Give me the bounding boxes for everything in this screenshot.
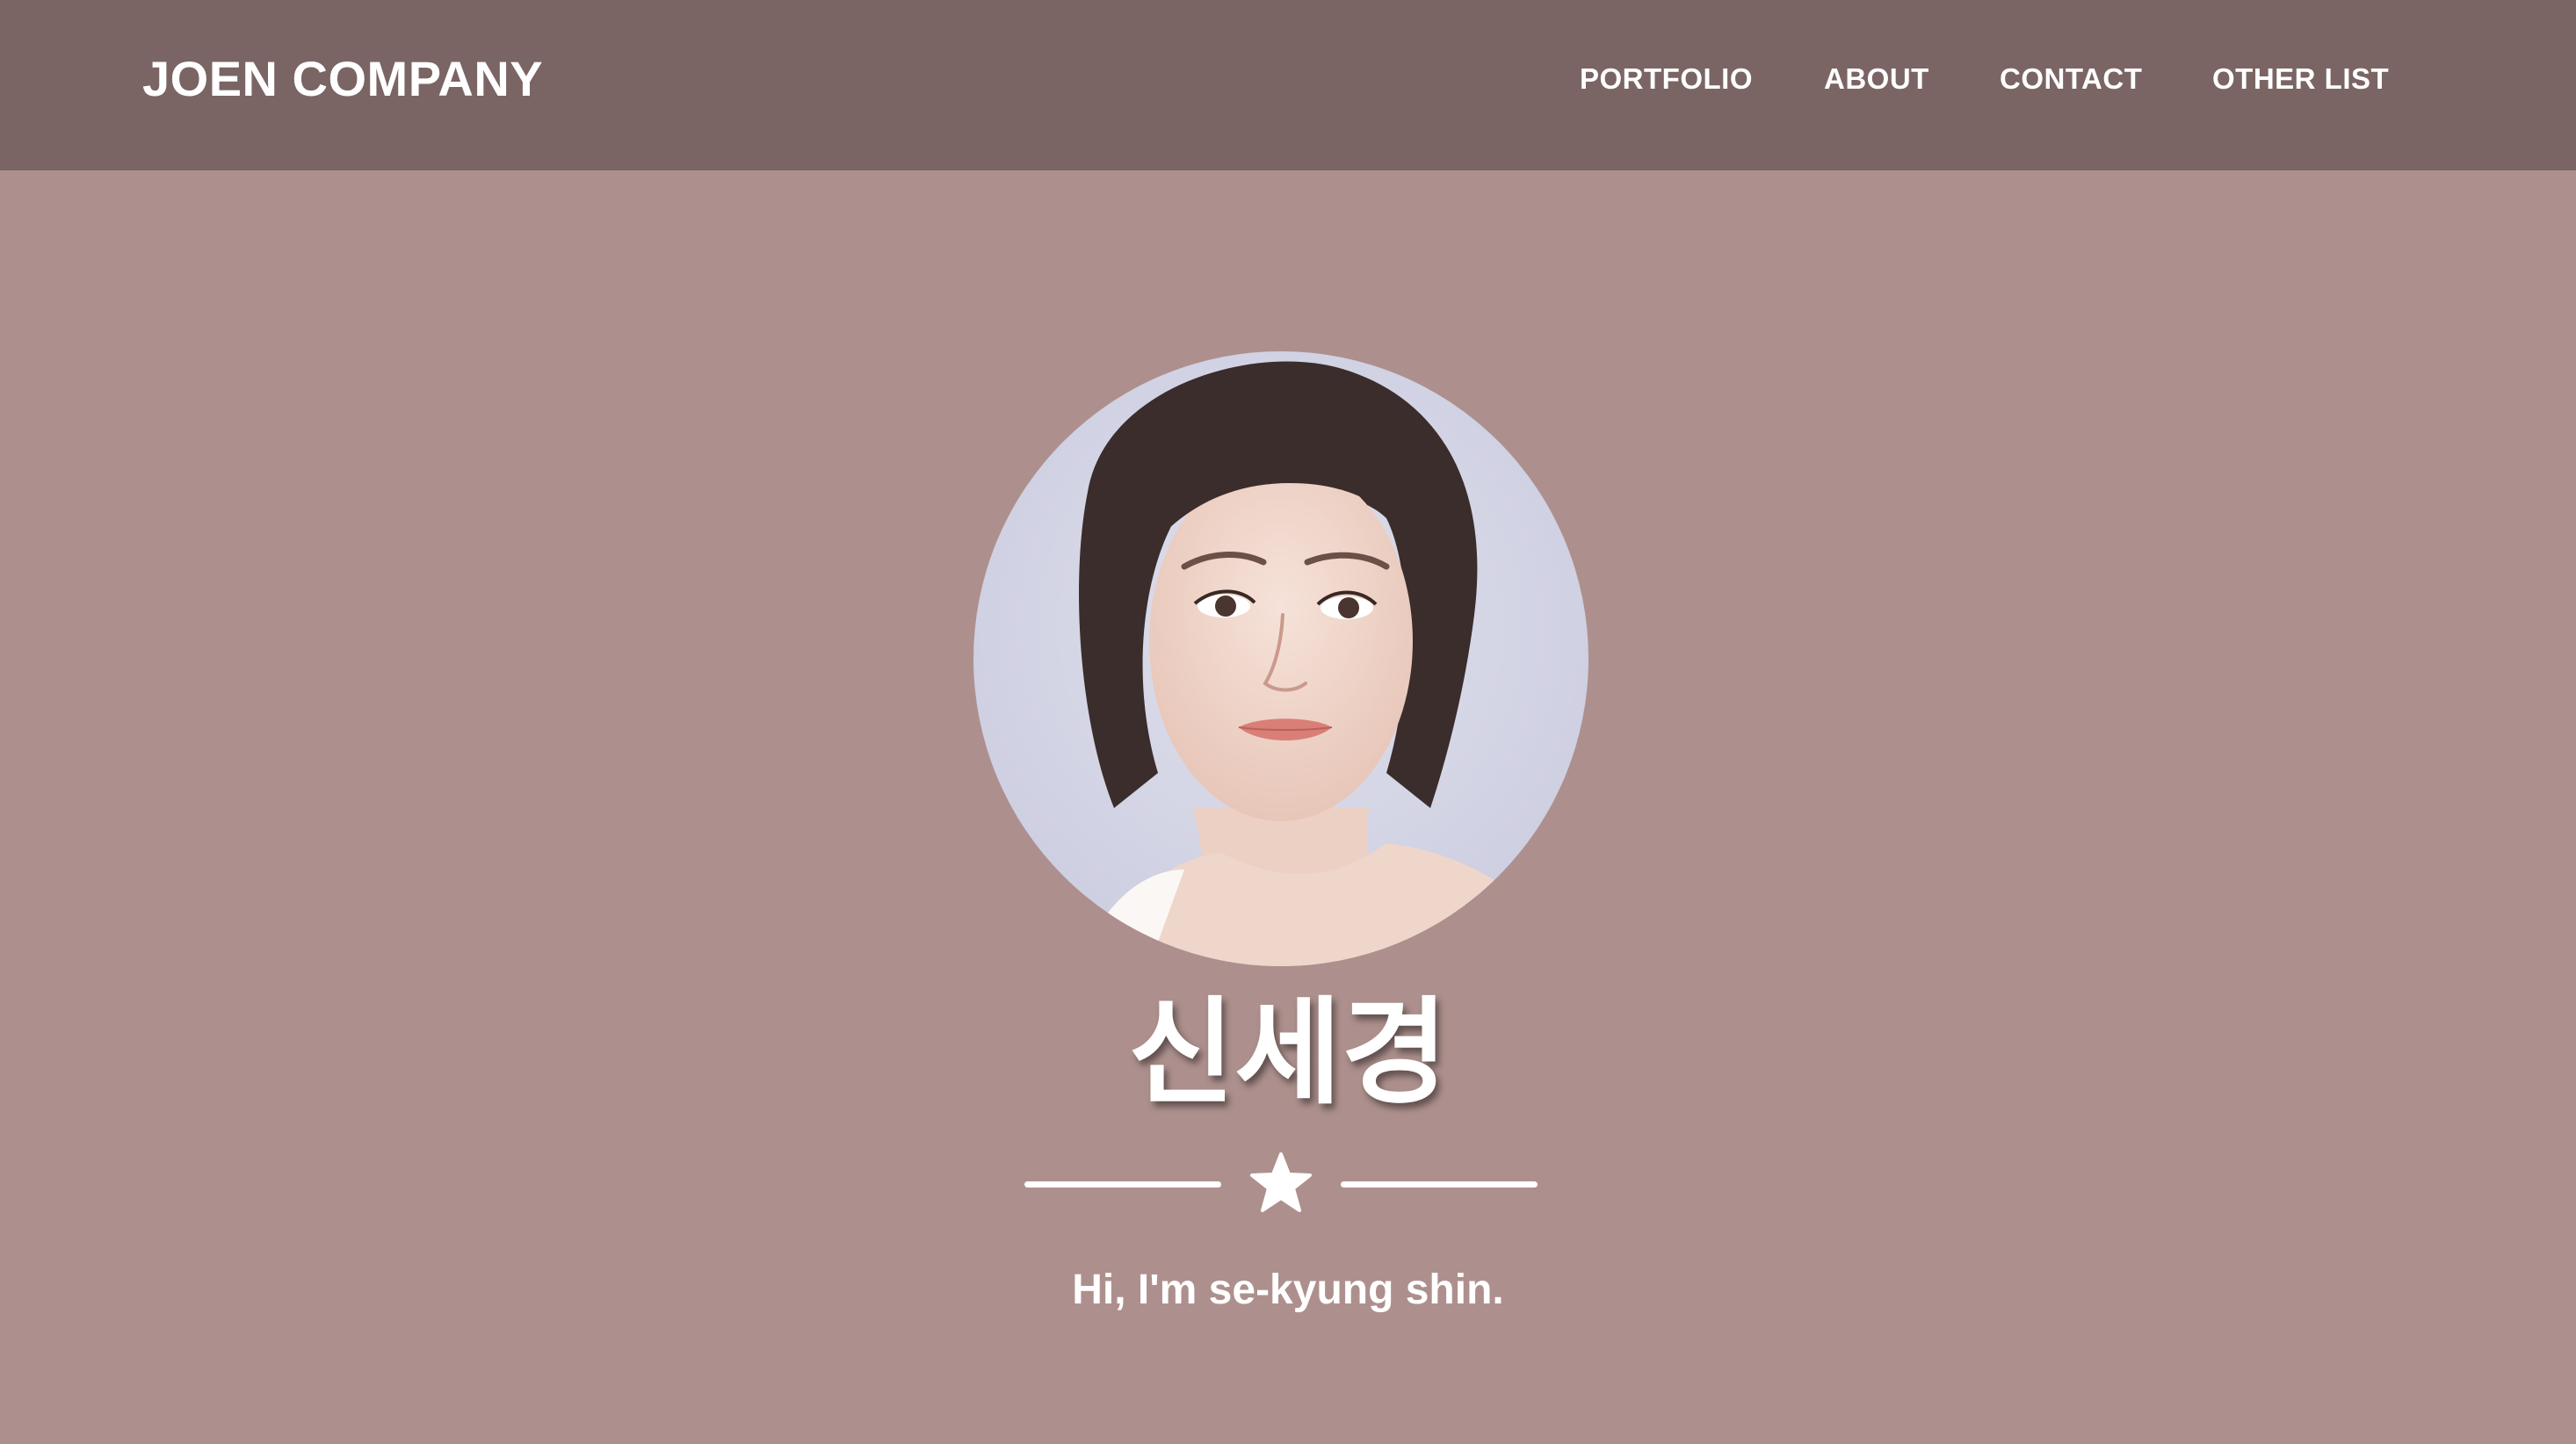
profile-name: 신세경 (1127, 986, 1449, 1121)
nav-item-about[interactable]: ABOUT (1824, 54, 1929, 104)
nav-item-contact[interactable]: CONTACT (2000, 54, 2142, 104)
divider-line-right (1341, 1181, 1538, 1188)
nav-menu: PORTFOLIO ABOUT CONTACT OTHER LIST (0, 54, 2576, 104)
divider-line-left (1024, 1181, 1221, 1188)
nav-item-other-list[interactable]: OTHER LIST (2212, 54, 2389, 104)
star-divider (1024, 1152, 1538, 1217)
profile-avatar (973, 351, 1588, 966)
star-icon (1250, 1152, 1312, 1212)
top-navbar: JOEN COMPANY PORTFOLIO ABOUT CONTACT OTH… (0, 0, 2576, 170)
nav-item-portfolio[interactable]: PORTFOLIO (1580, 54, 1753, 104)
profile-tagline: Hi, I'm se-kyung shin. (1072, 1267, 1504, 1313)
hero-section: 신세경 Hi, I'm se-kyung shin. (0, 170, 2576, 1444)
